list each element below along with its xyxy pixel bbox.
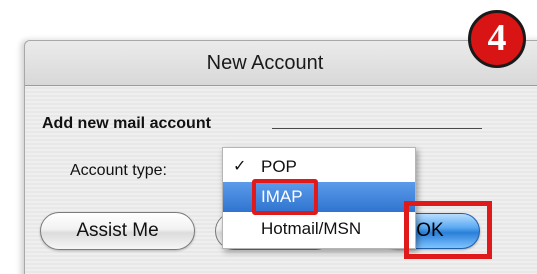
menu-item-hotmail-msn[interactable]: Hotmail/MSN bbox=[223, 214, 415, 244]
menu-item-label: Hotmail/MSN bbox=[261, 219, 362, 238]
menu-item-label: POP bbox=[261, 157, 297, 176]
menu-item-pop[interactable]: ✓ POP bbox=[223, 152, 415, 182]
checkmark-icon: ✓ bbox=[233, 158, 247, 175]
step-number-badge: 4 bbox=[468, 10, 526, 68]
assist-me-label: Assist Me bbox=[76, 220, 159, 241]
section-heading: Add new mail account bbox=[42, 115, 211, 132]
account-type-label: Account type: bbox=[70, 162, 167, 179]
dialog-titlebar[interactable]: New Account bbox=[25, 41, 537, 86]
dialog-title: New Account bbox=[206, 52, 324, 74]
imap-highlight-box bbox=[252, 179, 318, 215]
ok-highlight-box bbox=[404, 201, 492, 259]
screenshot-stage: New Account Add new mail account Account… bbox=[0, 0, 537, 274]
assist-me-button[interactable]: Assist Me bbox=[40, 212, 195, 250]
section-divider bbox=[272, 128, 482, 129]
